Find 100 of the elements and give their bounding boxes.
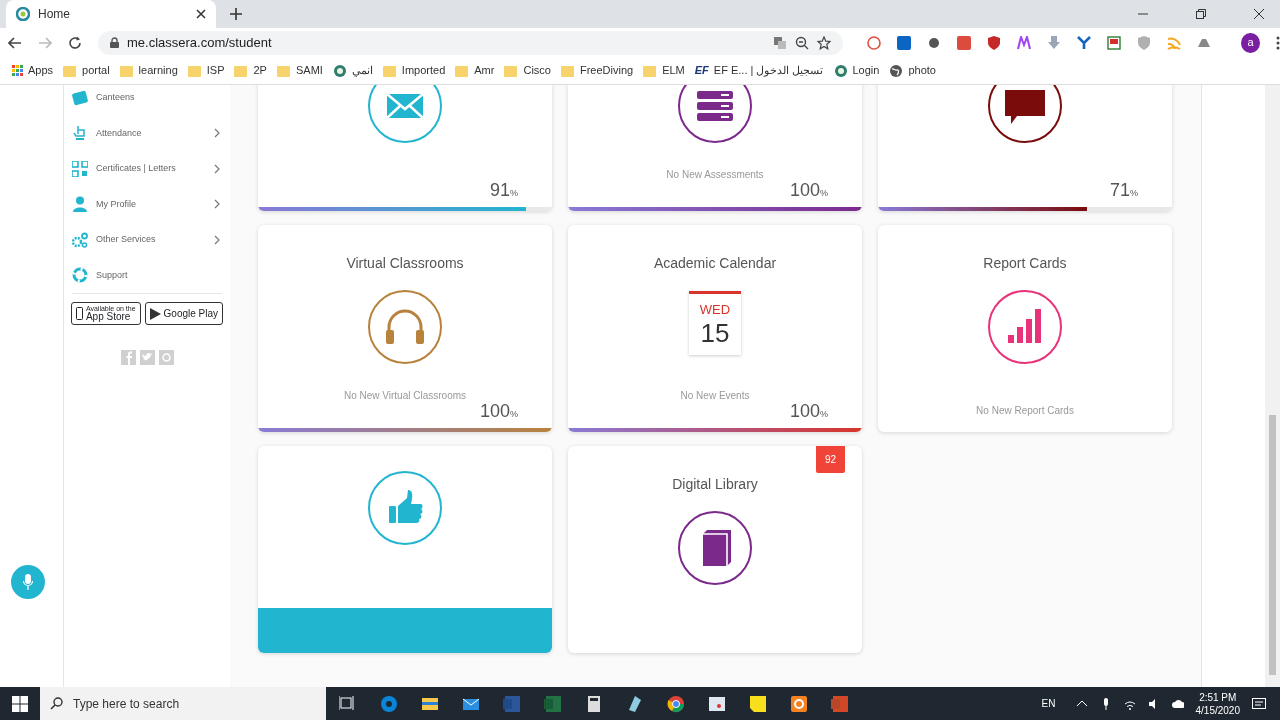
logo-text: EF — [694, 63, 709, 79]
site-icon — [16, 7, 30, 21]
bookmark[interactable]: FreeDiving — [560, 62, 634, 79]
percent-value: 100% — [479, 401, 519, 423]
phone-icon — [75, 307, 83, 320]
chrome-icon[interactable] — [667, 694, 685, 713]
card-caption: No New Report Cards — [976, 404, 1074, 418]
dashboard-card[interactable]: No New Assessments 100% — [568, 85, 862, 211]
browser-tab[interactable]: Home — [6, 0, 216, 28]
restore-icon[interactable] — [1196, 9, 1206, 19]
zoom-icon[interactable] — [795, 35, 810, 50]
folder-icon — [63, 64, 78, 77]
card-caption: No New Virtual Classrooms — [343, 389, 467, 403]
start-icon[interactable] — [12, 695, 28, 712]
percent-value: 100% — [789, 401, 829, 423]
dashboard-card[interactable]: Academic Calendar WED 15 No New Events 100% — [568, 225, 862, 432]
extension-icon[interactable] — [1107, 35, 1122, 50]
globe-icon — [889, 63, 904, 78]
dashboard-card[interactable]: Digital Library 92 — [568, 446, 862, 653]
lifebuoy-icon — [72, 267, 88, 284]
dashboard-card[interactable]: Virtual Classrooms No New Virtual Classrooms 100% — [258, 225, 552, 432]
notification-icon[interactable] — [1252, 696, 1266, 711]
lock-icon — [110, 37, 119, 48]
hand-icon — [72, 125, 88, 142]
spreadsheet-icon[interactable] — [544, 694, 562, 713]
dashboard-card[interactable]: 71% — [878, 85, 1172, 211]
bookmark[interactable]: SAMI — [276, 62, 323, 79]
bookmark[interactable]: Cisco — [504, 62, 551, 79]
folder-icon — [643, 64, 658, 77]
search-field[interactable]: Type here to search — [40, 687, 326, 720]
folder-icon — [504, 64, 519, 77]
folder-icon — [560, 64, 575, 77]
close-icon[interactable] — [1254, 9, 1264, 19]
card-title: Academic Calendar — [652, 254, 778, 273]
app-icon[interactable] — [626, 694, 644, 713]
extension-icon[interactable] — [1017, 35, 1032, 50]
bookmark[interactable]: Imported — [382, 62, 446, 79]
calculator-icon[interactable] — [585, 694, 603, 713]
bookmark[interactable]: ISP — [187, 62, 225, 79]
back-icon[interactable] — [8, 36, 22, 49]
card-caption: No New Events — [680, 389, 750, 403]
extension-icon[interactable] — [867, 35, 882, 50]
bookmark[interactable]: photo — [889, 62, 936, 79]
dashboard-card[interactable]: 91% — [258, 85, 552, 211]
extension-icon[interactable] — [957, 35, 972, 50]
extension-icon[interactable] — [1077, 35, 1092, 50]
bookmark[interactable]: Apps — [12, 62, 54, 79]
menu-icon[interactable] — [1276, 35, 1280, 50]
cloud-icon[interactable] — [1171, 697, 1184, 710]
bookmark[interactable]: انمي — [332, 62, 373, 79]
bookmark[interactable]: Amr — [455, 62, 495, 79]
percent-value: 100% — [789, 180, 829, 202]
calendar-weekday: WED — [699, 302, 731, 319]
address-field[interactable]: me.classera.com/student — [98, 30, 844, 55]
new-tab-icon[interactable] — [230, 8, 242, 20]
sidebar-item[interactable]: Canteens — [64, 85, 230, 116]
card-title: Report Cards — [982, 254, 1068, 273]
browser-icon[interactable] — [380, 694, 398, 713]
folder-icon — [382, 64, 397, 77]
bookmark[interactable]: ELM — [643, 62, 685, 79]
bookmark[interactable]: 2P — [234, 62, 267, 79]
dashboard-card[interactable]: Report Cards No New Report Cards — [878, 225, 1172, 432]
sidebar-item[interactable]: Attendance — [64, 115, 230, 151]
sticky-note-icon[interactable] — [749, 694, 767, 713]
profile-avatar[interactable]: a — [1241, 32, 1260, 53]
window-icon[interactable] — [708, 694, 726, 713]
translate-icon[interactable] — [773, 35, 788, 50]
play-icon — [149, 307, 161, 320]
clock[interactable]: 2:51 PM 4/15/2020 — [1195, 690, 1240, 717]
microphone-icon — [23, 574, 33, 590]
sidebar-item[interactable]: Support — [64, 257, 230, 293]
extension-icon[interactable] — [897, 35, 912, 50]
grid-icon — [72, 160, 88, 177]
close-icon[interactable] — [196, 9, 206, 19]
person-icon — [72, 196, 88, 213]
sidebar-item[interactable]: My Profile — [64, 186, 230, 222]
extension-icon[interactable] — [927, 35, 942, 50]
star-icon[interactable] — [817, 35, 832, 50]
sidebar-item[interactable]: Other Services — [64, 222, 230, 258]
store-badge[interactable]: Google Play — [144, 302, 224, 325]
extension-icon[interactable] — [987, 35, 1002, 50]
card-title: Digital Library — [671, 475, 759, 494]
calendar-day: 15 — [700, 318, 730, 348]
bookmark[interactable]: Login — [833, 62, 880, 79]
folder-icon — [119, 64, 134, 77]
app-icon[interactable] — [790, 694, 808, 713]
language-indicator[interactable]: EN — [1041, 696, 1056, 711]
tag-icon — [72, 89, 88, 106]
card-title: Virtual Classrooms — [345, 254, 465, 273]
sidebar-item[interactable]: Certificates | Letters — [64, 151, 230, 187]
bookmark[interactable]: learning — [119, 62, 178, 79]
slides-icon[interactable] — [831, 694, 849, 713]
percent-value: 71% — [1109, 180, 1139, 202]
bookmark[interactable]: portal — [63, 62, 110, 79]
folder-icon — [187, 64, 202, 77]
task-view-icon[interactable] — [339, 694, 357, 713]
site-icon — [332, 63, 347, 78]
apps-icon — [12, 65, 23, 76]
scrollbar[interactable] — [1265, 85, 1280, 687]
reload-icon[interactable] — [68, 35, 82, 50]
